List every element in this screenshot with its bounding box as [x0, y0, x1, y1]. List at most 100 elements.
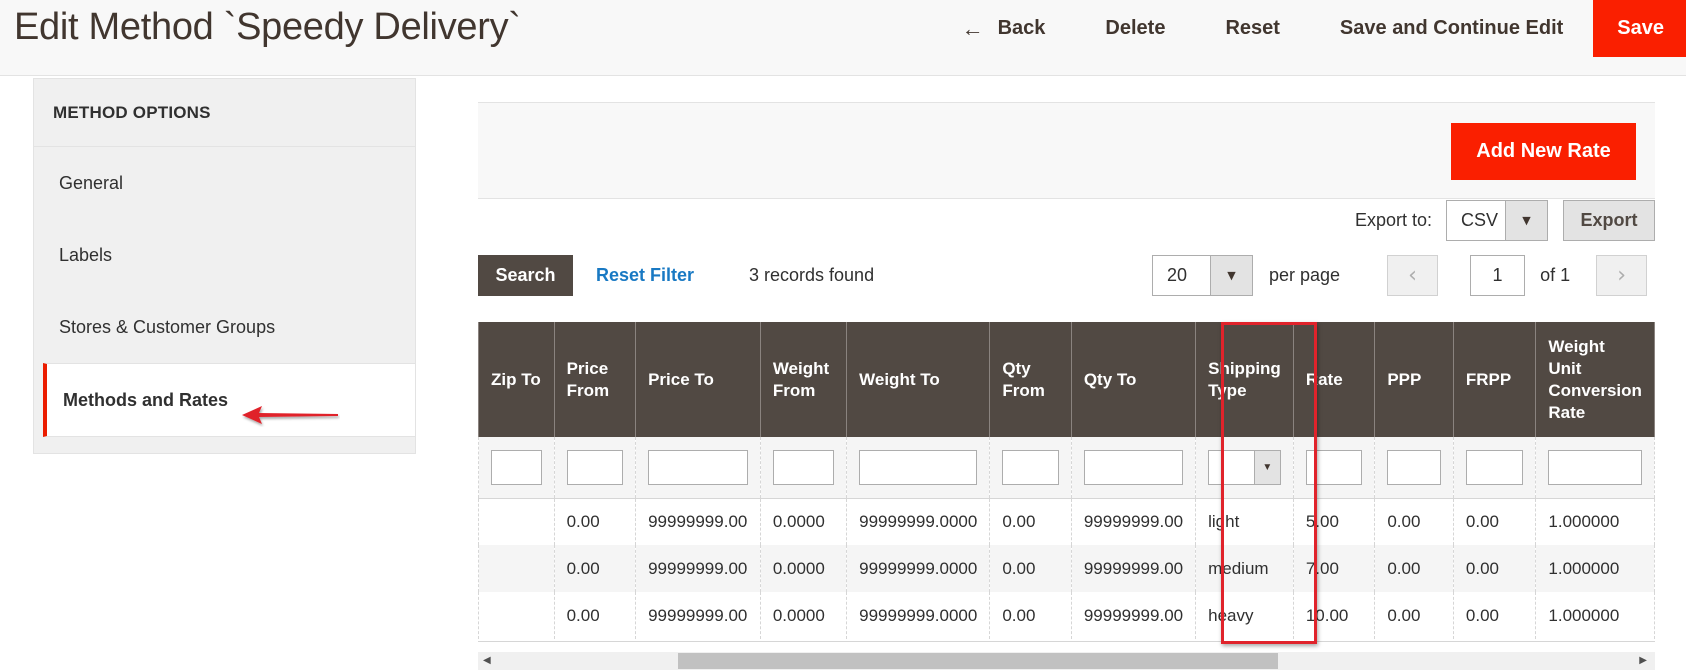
cell-zip-to [478, 592, 555, 639]
cell-shipping-type: light [1195, 498, 1294, 545]
column-header-rate[interactable]: Rate [1292, 322, 1376, 437]
per-page-select[interactable]: 20 ▼ [1152, 255, 1253, 296]
per-page-label: per page [1269, 265, 1341, 285]
search-row: Search Reset Filter 3 records found 20 ▼… [478, 255, 1655, 296]
cell-price-to: 99999999.00 [635, 498, 761, 545]
export-format-value: CSV [1461, 210, 1499, 230]
column-header-price-from[interactable]: Price From [553, 322, 637, 437]
page-number-input[interactable]: 1 [1470, 255, 1526, 296]
search-button[interactable]: Search [478, 255, 573, 296]
cell-qty-to: 99999999.00 [1070, 498, 1197, 545]
cell-frpp: 0.00 [1452, 592, 1537, 639]
cell-zip-to [478, 498, 555, 545]
filter-price-to[interactable] [648, 449, 748, 485]
column-header-weight-to[interactable]: Weight To [846, 322, 991, 437]
column-header-weight-unit-conversion-rate[interactable]: Weight Unit Conversion Rate [1535, 322, 1655, 437]
scrollbar-thumb[interactable] [678, 653, 1278, 669]
filter-row: ▼ [478, 437, 1655, 499]
filter-shipping-type-value [1209, 451, 1254, 484]
page-total-label: of 1 [1540, 265, 1571, 285]
page: Edit Method `Speedy Delivery` ← Back Del… [0, 0, 1686, 672]
cell-qty-to: 99999999.00 [1070, 592, 1197, 639]
cell-price-to: 99999999.00 [635, 545, 761, 592]
cell-ppp: 0.00 [1374, 498, 1454, 545]
filter-weight-to[interactable] [859, 449, 978, 485]
filter-rate[interactable] [1305, 449, 1363, 485]
grid-toolbar: Add New Rate [478, 102, 1655, 199]
column-header-qty-to[interactable]: Qty To [1070, 322, 1197, 437]
pager: 20 ▼ per page ‹ 1 of 1 › [1152, 255, 1648, 296]
previous-page-button[interactable]: ‹ [1387, 255, 1439, 296]
sidebar-item-general[interactable]: General [34, 147, 415, 219]
grid-body: 0.00 99999999.00 0.0000 99999999.0000 0.00 99… [478, 498, 1655, 639]
chevron-left-icon: ‹ [1408, 263, 1417, 288]
filter-zip-to[interactable] [491, 449, 542, 485]
column-header-shipping-type[interactable]: Shipping Type [1195, 322, 1294, 437]
filter-weight-from[interactable] [772, 449, 835, 485]
caret-down-icon[interactable]: ▼ [1505, 201, 1547, 240]
scroll-right-icon[interactable]: ▶ [1639, 655, 1647, 666]
grid-header-row: Zip To Price From Price To Weight From W… [478, 322, 1655, 437]
table-row[interactable]: 0.00 99999999.00 0.0000 99999999.0000 0.00 99… [478, 592, 1655, 639]
reset-filter-link[interactable]: Reset Filter [596, 255, 694, 296]
cell-rate: 7.00 [1292, 545, 1376, 592]
page-title: Edit Method `Speedy Delivery` [14, 6, 521, 48]
add-new-rate-button[interactable]: Add New Rate [1451, 123, 1636, 180]
export-label: Export to: [1354, 210, 1432, 230]
cell-weight-from: 0.0000 [759, 498, 848, 545]
annotation-arrow-icon [242, 406, 338, 424]
cell-weight-unit-conversion-rate: 1.000000 [1535, 545, 1655, 592]
column-header-weight-from[interactable]: Weight From [759, 322, 848, 437]
cell-qty-to: 99999999.00 [1070, 545, 1197, 592]
cell-price-from: 0.00 [553, 592, 637, 639]
column-header-zip-to[interactable]: Zip To [478, 322, 555, 437]
filter-ppp[interactable] [1387, 449, 1441, 485]
cell-qty-from: 0.00 [989, 545, 1072, 592]
per-page-value: 20 [1167, 265, 1188, 285]
cell-weight-to: 99999999.0000 [846, 592, 991, 639]
rates-grid: Zip To Price From Price To Weight From W… [478, 322, 1655, 642]
sidebar-item-methods-and-rates[interactable]: Methods and Rates [43, 363, 415, 437]
cell-weight-unit-conversion-rate: 1.000000 [1535, 498, 1655, 545]
rates-table: Zip To Price From Price To Weight From W… [478, 322, 1655, 639]
records-count: 3 records found [749, 265, 875, 285]
filter-frpp[interactable] [1465, 449, 1524, 485]
filter-qty-from[interactable] [1002, 449, 1059, 485]
main-content: Add New Rate Export to: CSV ▼ Export Sea… [478, 0, 1686, 672]
export-button[interactable]: Export [1563, 200, 1655, 241]
cell-weight-to: 99999999.0000 [846, 498, 991, 545]
cell-ppp: 0.00 [1374, 545, 1454, 592]
column-header-qty-from[interactable]: Qty From [989, 322, 1072, 437]
export-controls: Export to: CSV ▼ Export [1355, 200, 1655, 241]
cell-shipping-type: heavy [1195, 592, 1294, 639]
sidebar-footer [34, 437, 415, 453]
cell-price-from: 0.00 [553, 498, 637, 545]
export-format-select[interactable]: CSV ▼ [1446, 200, 1548, 241]
caret-down-icon[interactable]: ▼ [1210, 256, 1252, 295]
filter-qty-to[interactable] [1083, 449, 1184, 485]
scroll-left-icon[interactable]: ◀ [483, 655, 491, 666]
caret-down-icon[interactable]: ▼ [1253, 450, 1280, 484]
filter-shipping-type-select[interactable]: ▼ [1208, 449, 1281, 485]
filter-weight-unit-conversion-rate[interactable] [1548, 449, 1642, 485]
cell-rate: 5.00 [1292, 498, 1376, 545]
cell-rate: 10.00 [1292, 592, 1376, 639]
cell-frpp: 0.00 [1452, 545, 1537, 592]
cell-weight-from: 0.0000 [759, 545, 848, 592]
column-header-ppp[interactable]: PPP [1374, 322, 1454, 437]
table-row[interactable]: 0.00 99999999.00 0.0000 99999999.0000 0.00 99… [478, 498, 1655, 545]
sidebar-item-labels[interactable]: Labels [34, 219, 415, 291]
column-header-frpp[interactable]: FRPP [1452, 322, 1537, 437]
filter-price-from[interactable] [566, 449, 624, 485]
chevron-right-icon: › [1617, 263, 1626, 288]
table-row[interactable]: 0.00 99999999.00 0.0000 99999999.0000 0.00 99… [478, 545, 1655, 592]
cell-qty-from: 0.00 [989, 498, 1072, 545]
cell-weight-unit-conversion-rate: 1.000000 [1535, 592, 1655, 639]
cell-price-to: 99999999.00 [635, 592, 761, 639]
cell-weight-to: 99999999.0000 [846, 545, 991, 592]
cell-qty-from: 0.00 [989, 592, 1072, 639]
column-header-price-to[interactable]: Price To [635, 322, 761, 437]
next-page-button[interactable]: › [1596, 255, 1648, 296]
horizontal-scrollbar[interactable]: ◀ ▶ [478, 652, 1655, 670]
sidebar-item-stores-customer-groups[interactable]: Stores & Customer Groups [34, 291, 415, 363]
